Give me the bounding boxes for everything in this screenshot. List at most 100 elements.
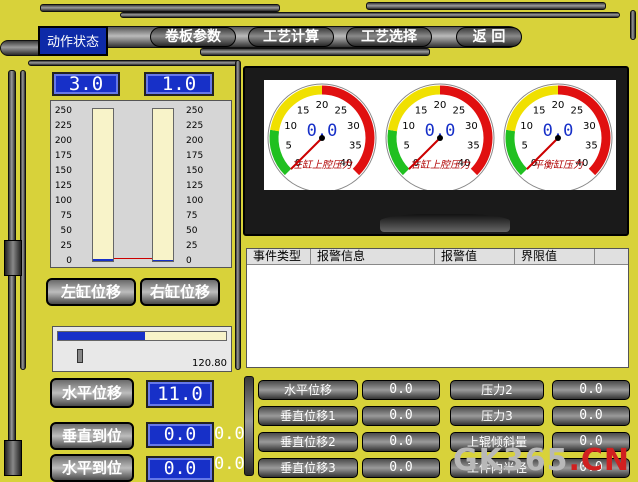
data-label-vertical-1: 垂直位移1 <box>258 406 358 426</box>
top-pipe-2 <box>366 2 606 10</box>
col-alarm-info: 报警信息 <box>311 249 435 264</box>
right-cylinder-button[interactable]: 右缸位移 <box>140 278 220 306</box>
gauge-tick-label: 10 <box>284 121 297 132</box>
data-value-pressure-2: 0.0 <box>552 380 630 400</box>
scale-tick: 200 <box>186 136 204 146</box>
scale-tick: 100 <box>54 196 72 206</box>
gauge-tick-label: 15 <box>533 106 546 117</box>
right-scale: 250 225 200 175 150 125 100 75 50 25 0 <box>186 106 212 271</box>
scale-tick: 125 <box>54 181 72 191</box>
alarm-table-header: 事件类型 报警信息 报警值 界限值 <box>247 249 628 265</box>
scale-tick: 250 <box>186 106 204 116</box>
gauge-label: 右缸上腔压力 <box>410 159 471 171</box>
vertical-arrive-side-value: 0.0 <box>214 424 245 444</box>
slider-thumb[interactable] <box>77 349 83 363</box>
top-pipe-3 <box>120 12 620 18</box>
gauge-label: 左缸上腔压力 <box>292 159 353 171</box>
gauges-svg: 05101520253035400.0左缸上腔压力 051015202530354… <box>267 83 613 193</box>
left-vertical-pipe-2 <box>20 70 26 370</box>
horizontal-displacement-value: 11.0 <box>146 380 214 408</box>
scale-tick: 75 <box>186 211 198 221</box>
scale-tick: 100 <box>186 196 204 206</box>
site-watermark: GK365.CN <box>453 443 630 478</box>
horizontal-arrive-side-value: 0.0 <box>214 454 245 474</box>
pressure-gauge: 05101520253035400.0右缸上腔压力 <box>385 83 495 193</box>
pressure-gauge: 05101520253035400.0左缸上腔压力 <box>267 83 377 193</box>
gauge-pivot <box>555 135 561 141</box>
gauge-tick-label: 10 <box>402 121 415 132</box>
scale-tick: 150 <box>54 166 72 176</box>
pressure-gauge: 05101520253035400.0平衡缸压力 <box>503 83 613 193</box>
data-label-vertical-3: 垂直位移3 <box>258 458 358 478</box>
gauge-tick-label: 35 <box>585 141 598 152</box>
slider-value: 120.80 <box>192 358 227 369</box>
nav-process-calc[interactable]: 工艺计算 <box>248 27 334 47</box>
left-scale: 250 225 200 175 150 125 100 75 50 25 0 <box>52 106 72 271</box>
upper-left-pipe <box>28 60 240 66</box>
left-connector-2 <box>4 440 22 476</box>
data-value-pressure-3: 0.0 <box>552 406 630 426</box>
right-cylinder-fill <box>153 260 173 261</box>
gauge-tick-label: 20 <box>316 100 329 111</box>
data-label-pressure-2: 压力2 <box>450 380 544 400</box>
horizontal-arrive-button[interactable]: 水平到位 <box>50 454 134 482</box>
left-cylinder-fill <box>93 259 113 261</box>
gauge-tick-label: 5 <box>521 141 527 152</box>
vertical-arrive-value: 0.0 <box>146 422 214 448</box>
col-spacer <box>595 249 628 264</box>
top-pipe-1 <box>40 4 280 12</box>
scale-tick: 225 <box>54 121 72 131</box>
left-nav-cap <box>0 40 40 56</box>
watermark-suffix: .CN <box>568 443 630 478</box>
watermark-main: GK365 <box>452 443 569 478</box>
data-rows-rail <box>244 376 254 476</box>
gauge-tick-label: 25 <box>453 106 466 117</box>
left-connector-1 <box>4 240 22 276</box>
nav-under-pipe <box>200 48 430 56</box>
gauge-pivot <box>319 135 325 141</box>
gauge-tick-label: 20 <box>552 100 565 111</box>
data-value-horizontal: 0.0 <box>362 380 440 400</box>
nav-process-select[interactable]: 工艺选择 <box>346 27 432 47</box>
action-state-button[interactable]: 动作状态 <box>38 26 108 56</box>
gauge-tick-label: 5 <box>403 141 409 152</box>
col-limit-value: 界限值 <box>515 249 595 264</box>
gauge-pivot <box>437 135 443 141</box>
vertical-arrive-button[interactable]: 垂直到位 <box>50 422 134 450</box>
scale-tick: 0 <box>186 256 192 266</box>
left-cylinder-tube <box>92 108 114 262</box>
scale-tick: 0 <box>66 256 72 266</box>
scale-tick: 75 <box>60 211 72 221</box>
scale-tick: 25 <box>186 241 198 251</box>
monitor-stand <box>380 214 510 232</box>
gauge-tick-label: 15 <box>415 106 428 117</box>
scale-tick: 50 <box>186 226 198 236</box>
data-value-vertical-2: 0.0 <box>362 432 440 452</box>
data-value-vertical-3: 0.0 <box>362 458 440 478</box>
gauge-tick-label: 25 <box>335 106 348 117</box>
gauge-tick-label: 25 <box>571 106 584 117</box>
horizontal-arrive-value: 0.0 <box>146 456 214 482</box>
scale-tick: 150 <box>186 166 204 176</box>
gauge-tick-label: 30 <box>583 121 596 132</box>
nav-roll-params[interactable]: 卷板参数 <box>150 27 236 47</box>
gauge-tick-label: 30 <box>465 121 478 132</box>
scale-tick: 250 <box>54 106 72 116</box>
nav-back[interactable]: 返 回 <box>456 27 522 47</box>
gauge-tick-label: 15 <box>297 106 310 117</box>
gauge-tick-label: 30 <box>347 121 360 132</box>
scale-tick: 225 <box>186 121 204 131</box>
tube-link-line <box>114 258 152 259</box>
scale-tick: 200 <box>54 136 72 146</box>
data-label-horizontal: 水平位移 <box>258 380 358 400</box>
gauge-tick-label: 20 <box>434 100 447 111</box>
gauge-tick-label: 35 <box>467 141 480 152</box>
data-label-pressure-3: 压力3 <box>450 406 544 426</box>
gauge-tick-label: 10 <box>520 121 533 132</box>
data-label-vertical-2: 垂直位移2 <box>258 432 358 452</box>
left-cylinder-button[interactable]: 左缸位移 <box>46 278 136 306</box>
horizontal-displacement-button[interactable]: 水平位移 <box>50 378 134 408</box>
scale-tick: 50 <box>60 226 72 236</box>
scale-tick: 25 <box>60 241 72 251</box>
position-slider[interactable]: 120.80 <box>52 326 232 372</box>
